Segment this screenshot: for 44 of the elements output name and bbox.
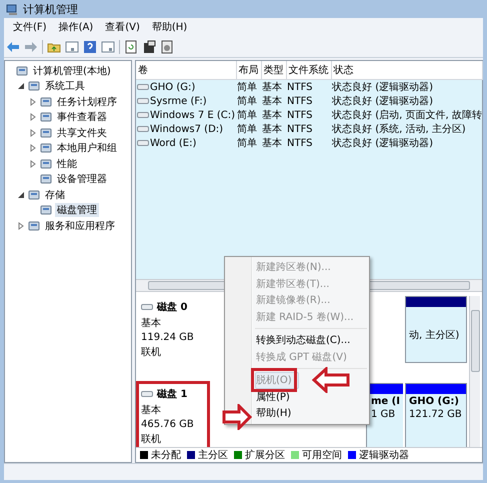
table-cell: 简单 — [237, 138, 258, 149]
disk-size: 119.24 GB — [141, 332, 195, 343]
legend-label: 主分区 — [198, 448, 228, 462]
disk-status: 联机 — [141, 346, 162, 359]
disk-name: 磁盘 0 — [157, 300, 188, 314]
partition-status: 动, 主分区) — [409, 328, 460, 342]
legend-label: 未分配 — [151, 448, 181, 462]
table-cell: 简单 — [237, 124, 258, 135]
table-cell: NTFS — [287, 138, 313, 148]
disk-type: 基本 — [141, 316, 162, 330]
table-cell: 基本 — [262, 124, 282, 135]
legend-label: 逻辑驱动器 — [359, 448, 409, 462]
legend-label: 可用空间 — [302, 448, 342, 462]
table-cell: NTFS — [287, 82, 313, 92]
legend-label: 扩展分区 — [245, 448, 285, 462]
disk-type: 基本 — [141, 404, 162, 417]
table-cell: 基本 — [262, 110, 282, 121]
table-cell: 简单 — [237, 96, 258, 107]
table-cell: Windows7 (D:) — [150, 124, 224, 134]
table-cell: Word (E:) — [150, 138, 196, 148]
window-title: 计算机管理 — [23, 2, 78, 16]
table-cell: 简单 — [237, 110, 258, 121]
table-cell: 状态良好 (逻辑驱动器) — [332, 96, 433, 107]
partition-name: me (I — [371, 396, 400, 407]
table-cell: Windows 7 E (C:) — [150, 110, 236, 120]
table-cell: GHO (G:) — [150, 82, 196, 92]
table-cell: 状态良好 (系统, 活动, 主分区) — [332, 124, 466, 135]
table-cell: 状态良好 (逻辑驱动器) — [332, 138, 433, 149]
table-cell: 简单 — [237, 82, 258, 93]
disk-status: 联机 — [141, 432, 162, 446]
partition-name: GHO (G:) — [409, 396, 460, 407]
partition-size: 1 GB — [371, 409, 396, 420]
table-cell: NTFS — [287, 110, 313, 120]
table-cell: Sysrme (F:) — [150, 96, 207, 106]
disk-name: 磁盘 1 — [157, 388, 188, 401]
table-cell: 基本 — [262, 96, 282, 107]
table-cell: 基本 — [262, 82, 282, 93]
partition-size: 121.72 GB — [409, 409, 463, 420]
table-cell: NTFS — [287, 124, 313, 134]
table-cell: 状态良好 (启动, 页面文件, 故障转 — [332, 110, 482, 121]
table-cell: 状态良好 (逻辑驱动器) — [332, 82, 433, 93]
table-cell: 基本 — [262, 138, 282, 149]
table-cell: NTFS — [287, 96, 313, 106]
disk-size: 465.76 GB — [141, 419, 195, 430]
